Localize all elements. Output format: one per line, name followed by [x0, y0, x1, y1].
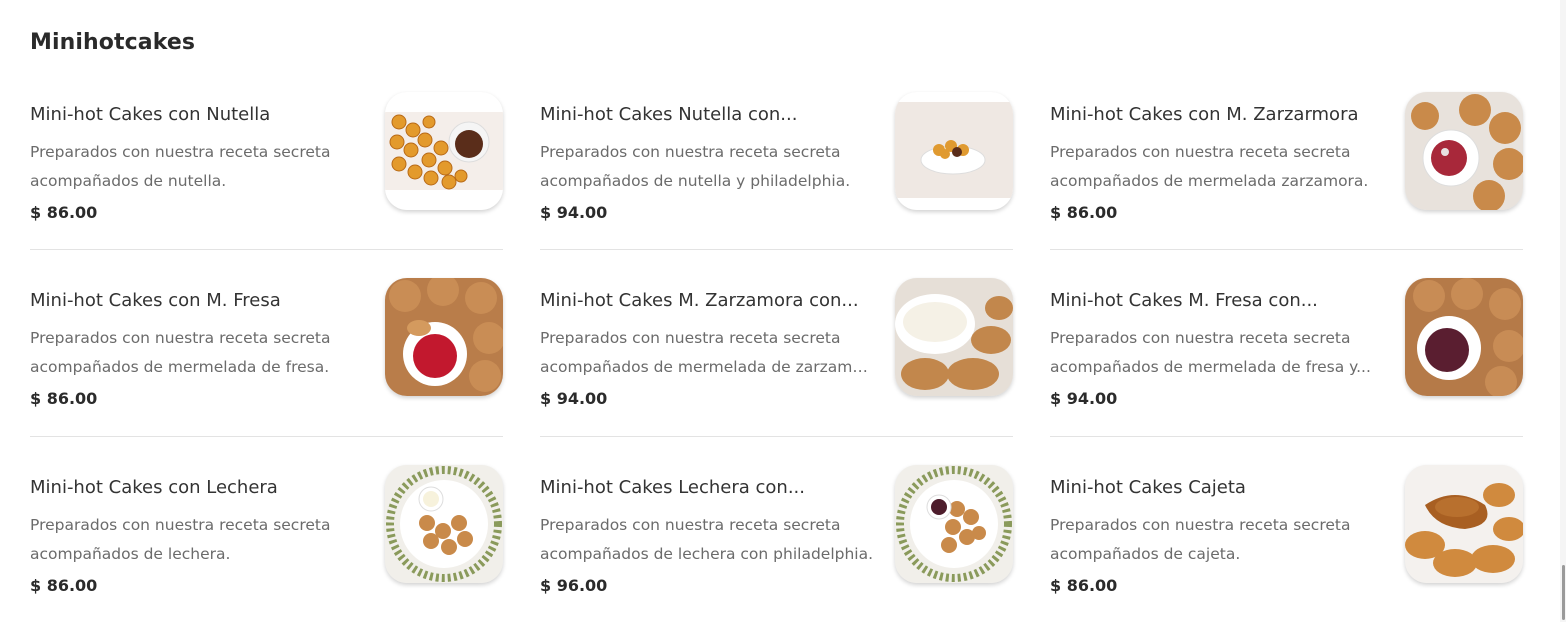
item-name: Mini-hot Cakes Lechera con... — [540, 477, 805, 498]
item-description: Preparados con nuestra receta secreta aco… — [540, 143, 851, 190]
item-description: Preparados con nuestra receta secreta aco… — [1050, 516, 1351, 563]
nutella-hotcakes-image — [385, 92, 503, 210]
menu-item[interactable]: Mini-hot Cakes M. Zarzamora con... Prepa… — [540, 276, 1013, 436]
fresa-philadelphia-hotcakes-image — [1405, 278, 1523, 396]
menu-page: Minihotcakes Mini-hot Cakes con Nutella … — [0, 0, 1566, 622]
item-name: Mini-hot Cakes con M. Zarzarmora — [1050, 104, 1359, 125]
item-divider — [30, 436, 503, 437]
item-divider — [30, 249, 503, 250]
item-description: Preparados con nuestra receta secreta aco… — [540, 329, 875, 376]
section-title: Minihotcakes — [30, 30, 196, 55]
fresa-hotcakes-image — [385, 278, 503, 396]
item-divider — [1050, 436, 1523, 437]
zarzamora-philadelphia-hotcakes-image — [895, 278, 1013, 396]
zarzamora-hotcakes-image — [1405, 92, 1523, 210]
item-name: Mini-hot Cakes con Nutella — [30, 104, 271, 125]
item-description: Preparados con nuestra receta secreta aco… — [1050, 329, 1371, 376]
item-divider — [1050, 249, 1523, 250]
lechera-hotcakes-image — [385, 465, 503, 583]
menu-item[interactable]: Mini-hot Cakes con Nutella Preparados co… — [30, 90, 503, 250]
menu-item[interactable]: Mini-hot Cakes con M. Fresa Preparados c… — [30, 276, 503, 436]
menu-item[interactable]: Mini-hot Cakes Nutella con... Preparados… — [540, 90, 1013, 250]
item-price: $ 94.00 — [540, 203, 608, 222]
item-description: Preparados con nuestra receta secreta aco… — [30, 516, 331, 563]
nutella-philadelphia-hotcakes-image — [895, 92, 1013, 210]
item-name: Mini-hot Cakes M. Zarzamora con... — [540, 290, 859, 311]
item-price: $ 86.00 — [1050, 576, 1118, 595]
item-name: Mini-hot Cakes con M. Fresa — [30, 290, 281, 311]
menu-item[interactable]: Mini-hot Cakes con Lechera Preparados co… — [30, 463, 503, 622]
item-price: $ 94.00 — [540, 389, 608, 408]
item-divider — [540, 436, 1013, 437]
item-description: Preparados con nuestra receta secreta aco… — [30, 329, 331, 376]
menu-item[interactable]: Mini-hot Cakes Lechera con... Preparados… — [540, 463, 1013, 622]
scrollbar-thumb[interactable] — [1562, 565, 1565, 620]
item-divider — [540, 249, 1013, 250]
item-description: Preparados con nuestra receta secreta aco… — [30, 143, 331, 190]
menu-item[interactable]: Mini-hot Cakes con M. Zarzarmora Prepara… — [1050, 90, 1523, 250]
item-description: Preparados con nuestra receta secreta aco… — [1050, 143, 1369, 190]
item-price: $ 86.00 — [1050, 203, 1118, 222]
page-scrollbar[interactable] — [1560, 0, 1566, 622]
cajeta-hotcakes-image — [1405, 465, 1523, 583]
item-price: $ 86.00 — [30, 203, 98, 222]
item-price: $ 94.00 — [1050, 389, 1118, 408]
menu-item[interactable]: Mini-hot Cakes M. Fresa con... Preparado… — [1050, 276, 1523, 436]
item-price: $ 96.00 — [540, 576, 608, 595]
item-name: Mini-hot Cakes M. Fresa con... — [1050, 290, 1318, 311]
item-price: $ 86.00 — [30, 576, 98, 595]
item-description: Preparados con nuestra receta secreta aco… — [540, 516, 874, 563]
lechera-philadelphia-hotcakes-image — [895, 465, 1013, 583]
item-name: Mini-hot Cakes Nutella con... — [540, 104, 798, 125]
item-name: Mini-hot Cakes con Lechera — [30, 477, 278, 498]
item-name: Mini-hot Cakes Cajeta — [1050, 477, 1246, 498]
menu-item[interactable]: Mini-hot Cakes Cajeta Preparados con nue… — [1050, 463, 1523, 622]
item-price: $ 86.00 — [30, 389, 98, 408]
